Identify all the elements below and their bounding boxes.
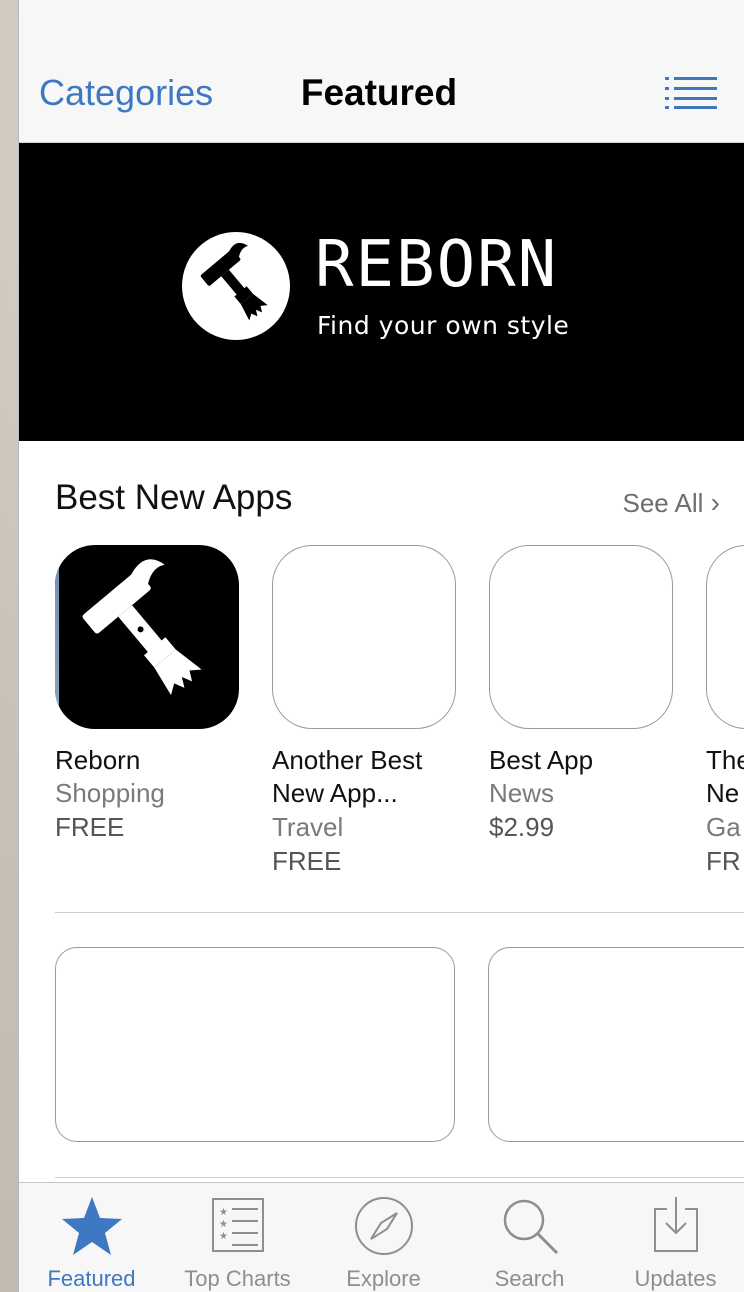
- chevron-right-icon: ›: [710, 487, 720, 518]
- hammer-brush-icon: [182, 232, 290, 340]
- app-name-line2[interactable]: Ne: [706, 777, 739, 810]
- hammer-brush-icon: [82, 559, 202, 696]
- app-name[interactable]: Another Best: [272, 744, 422, 777]
- app-category: News: [489, 778, 555, 808]
- app-category: Ga: [706, 812, 741, 842]
- banner-tagline: Find your own style: [317, 311, 570, 340]
- svg-text:★: ★: [219, 1219, 228, 1230]
- app-icon-placeholder[interactable]: [489, 545, 673, 729]
- tab-label: Updates: [634, 1266, 717, 1291]
- star-icon: [61, 1197, 122, 1255]
- section-divider: [55, 912, 744, 913]
- app-price: $2.99: [489, 812, 555, 842]
- tab-updates[interactable]: Updates: [603, 1183, 744, 1292]
- tab-top-charts[interactable]: ★ ★ ★ Top Charts: [165, 1183, 310, 1292]
- search-icon: [503, 1199, 558, 1255]
- see-all-label: See All: [622, 488, 704, 518]
- app-category: Shopping: [55, 778, 165, 808]
- app-name-line2[interactable]: New App...: [272, 777, 398, 810]
- tab-label: Explore: [346, 1266, 421, 1291]
- svg-text:★: ★: [219, 1207, 228, 1218]
- feature-card[interactable]: [55, 947, 455, 1142]
- section-title: Best New Apps: [55, 478, 293, 517]
- tab-explore[interactable]: Explore: [311, 1183, 456, 1292]
- app-name[interactable]: Best App: [489, 744, 593, 777]
- tab-label: Search: [494, 1266, 565, 1291]
- tab-featured[interactable]: Featured: [19, 1183, 164, 1292]
- app-category: Travel: [272, 812, 344, 842]
- app-price: FREE: [55, 812, 125, 842]
- updates-icon: [653, 1197, 698, 1252]
- app-price: FR: [706, 846, 741, 876]
- tab-label: Featured: [47, 1266, 136, 1291]
- tab-bar: Featured ★ ★ ★ Top Charts Explore Search…: [19, 1182, 744, 1292]
- page-title: Featured: [300, 72, 458, 113]
- section-divider: [55, 1177, 744, 1178]
- banner-title: REBORN: [315, 228, 559, 302]
- app-store-screen: Categories Featured REBORN Find your own…: [18, 0, 744, 1292]
- top-charts-icon: ★ ★ ★: [211, 1198, 264, 1252]
- app-name[interactable]: The: [706, 744, 744, 777]
- app-price: FREE: [272, 846, 342, 876]
- feature-card[interactable]: [488, 947, 744, 1142]
- navigation-bar: Categories Featured: [19, 0, 744, 143]
- svg-text:★: ★: [219, 1231, 228, 1242]
- see-all-link[interactable]: See All ›: [622, 487, 720, 519]
- tab-label: Top Charts: [184, 1266, 291, 1291]
- compass-icon: [354, 1197, 413, 1255]
- app-name[interactable]: Reborn: [55, 744, 140, 777]
- app-icon-reborn[interactable]: [55, 545, 239, 729]
- tab-search[interactable]: Search: [457, 1183, 602, 1292]
- app-icon-placeholder[interactable]: [706, 545, 744, 729]
- app-icon-placeholder[interactable]: [272, 545, 456, 729]
- featured-banner[interactable]: REBORN Find your own style: [19, 143, 744, 441]
- list-icon[interactable]: [665, 76, 717, 110]
